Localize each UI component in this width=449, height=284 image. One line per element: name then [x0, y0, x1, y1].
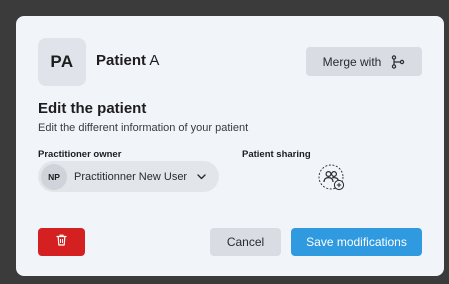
patient-avatar: PA [38, 38, 86, 86]
save-modifications-button[interactable]: Save modifications [291, 228, 422, 256]
section-subtitle: Edit the different information of your p… [38, 122, 249, 134]
merge-with-button[interactable]: Merge with [306, 47, 422, 76]
delete-button[interactable] [38, 228, 85, 256]
practitioner-owner-value: Practitionner New User [74, 170, 188, 183]
patient-name: Patient A [96, 52, 159, 69]
edit-patient-modal: PA Patient A Merge with Edit the patient… [16, 16, 444, 276]
practitioner-owner-label: Practitioner owner [38, 149, 122, 160]
chevron-down-icon [197, 173, 206, 180]
practitioner-initials: NP [48, 171, 60, 182]
patient-sharing-label: Patient sharing [242, 149, 311, 160]
patient-name-bold: Patient [96, 52, 147, 69]
cancel-button[interactable]: Cancel [210, 228, 281, 256]
cancel-label: Cancel [226, 235, 265, 249]
merge-branch-icon [391, 54, 405, 69]
patient-initials: PA [50, 52, 74, 71]
save-modifications-label: Save modifications [306, 235, 407, 249]
section-title: Edit the patient [38, 100, 147, 117]
trash-icon [56, 233, 67, 251]
patient-name-rest: A [149, 52, 160, 69]
merge-with-label: Merge with [322, 54, 382, 69]
practitioner-avatar: NP [41, 163, 67, 190]
practitioner-owner-select[interactable]: NP Practitionner New User [38, 161, 219, 192]
add-users-icon[interactable] [318, 164, 346, 192]
